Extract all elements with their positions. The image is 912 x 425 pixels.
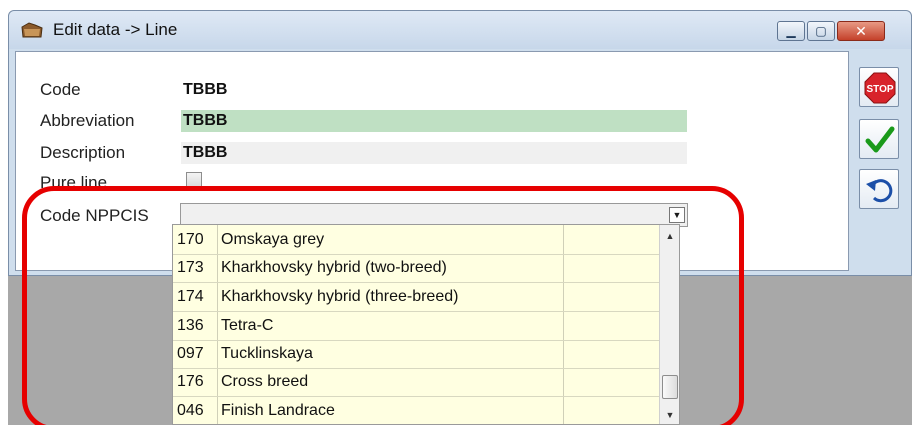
scroll-thumb[interactable]: [662, 375, 678, 399]
list-item[interactable]: 170 Omskaya grey: [173, 227, 661, 255]
svg-text:STOP: STOP: [866, 84, 893, 95]
item-name: Tetra-C: [221, 317, 274, 334]
list-item[interactable]: 173 Kharkhovsky hybrid (two-breed): [173, 255, 661, 283]
window-title: Edit data -> Line: [53, 20, 178, 39]
item-code: 046: [177, 402, 204, 419]
list-item[interactable]: 176 Cross breed: [173, 369, 661, 397]
item-code: 174: [177, 288, 204, 305]
abbreviation-field[interactable]: TBBB: [181, 110, 687, 132]
pure-line-label: Pure line: [40, 173, 108, 192]
item-name: Finish Landrace: [221, 402, 335, 419]
item-code: 170: [177, 231, 204, 248]
item-code: 136: [177, 317, 204, 334]
minimize-button[interactable]: ▁: [777, 21, 805, 41]
description-field[interactable]: TBBB: [181, 142, 687, 164]
undo-button[interactable]: [859, 169, 899, 209]
item-code: 097: [177, 345, 204, 362]
item-name: Kharkhovsky hybrid (three-breed): [221, 288, 459, 305]
minimize-icon: ▁: [786, 24, 796, 38]
scroll-up-arrow-icon[interactable]: ▲: [660, 227, 680, 245]
close-icon: ✕: [855, 23, 867, 39]
item-code: 173: [177, 259, 204, 276]
code-value: TBBB: [183, 81, 228, 98]
maximize-icon: ▢: [815, 24, 827, 38]
item-code: 176: [177, 373, 204, 390]
code-nppcis-dropdown-list[interactable]: 170 Omskaya grey 173 Kharkhovsky hybrid …: [172, 224, 680, 425]
undo-icon: [866, 179, 893, 203]
code-label: Code: [40, 80, 81, 99]
chevron-down-icon[interactable]: ▼: [669, 207, 685, 223]
title-bar[interactable]: Edit data -> Line ▁ ▢ ✕: [9, 11, 911, 49]
maximize-button[interactable]: ▢: [807, 21, 835, 41]
stop-icon: STOP: [864, 72, 896, 104]
item-name: Kharkhovsky hybrid (two-breed): [221, 259, 447, 276]
abbreviation-label: Abbreviation: [40, 111, 135, 130]
item-name: Cross breed: [221, 373, 309, 390]
ok-button[interactable]: [859, 119, 899, 159]
description-label: Description: [40, 143, 126, 162]
item-name: Tucklinskaya: [221, 345, 313, 362]
list-item[interactable]: 174 Kharkhovsky hybrid (three-breed): [173, 284, 661, 312]
stop-button[interactable]: STOP: [859, 67, 899, 107]
pure-line-checkbox[interactable]: [186, 172, 202, 188]
list-item[interactable]: 136 Tetra-C: [173, 313, 661, 341]
checkmark-icon: [865, 126, 895, 153]
dropdown-scrollbar[interactable]: ▲ ▼: [659, 225, 679, 424]
item-name: Omskaya grey: [221, 231, 325, 248]
code-nppcis-label: Code NPPCIS: [40, 206, 149, 225]
list-item[interactable]: 046 Finish Landrace: [173, 398, 661, 425]
close-button[interactable]: ✕: [837, 21, 885, 41]
list-item[interactable]: 097 Tucklinskaya: [173, 341, 661, 369]
scroll-down-arrow-icon[interactable]: ▼: [660, 406, 680, 424]
folder-icon: [21, 22, 43, 38]
